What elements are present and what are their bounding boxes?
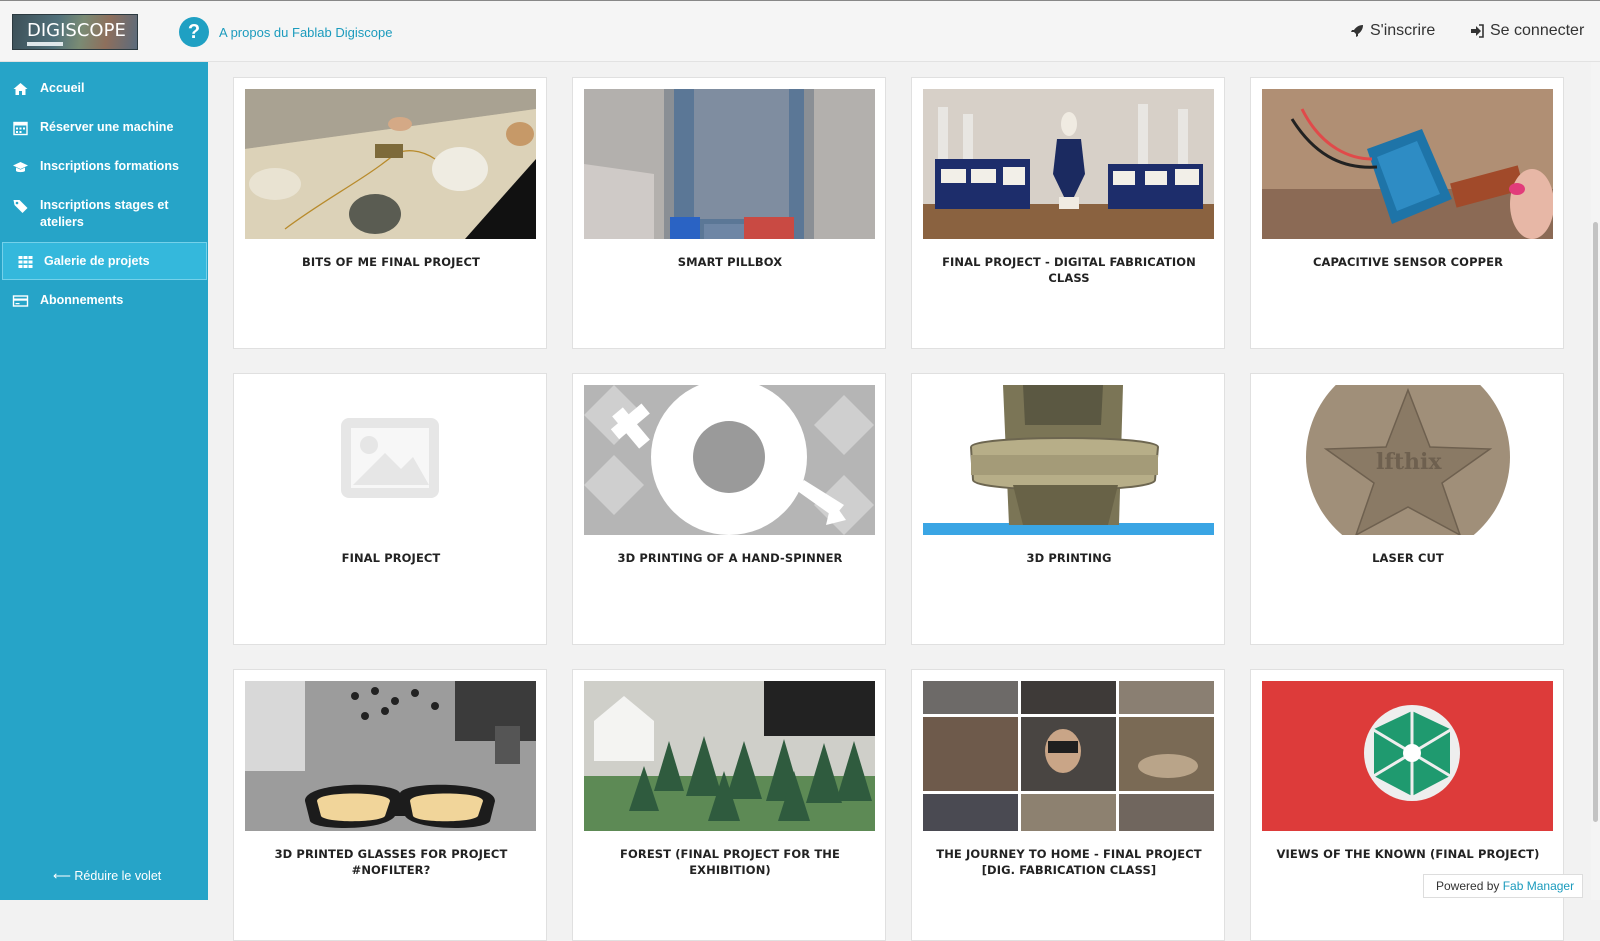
sidebar-item-label: Galerie de projets	[44, 254, 150, 268]
project-thumbnail[interactable]	[584, 89, 875, 239]
project-card[interactable]: SMART PILLBOX	[572, 77, 886, 349]
collapse-label: Réduire le volet	[74, 869, 162, 883]
project-title[interactable]: BITS OF ME FINAL PROJECT	[242, 254, 540, 270]
sidebar-item-abonnements[interactable]: Abonnements	[0, 292, 208, 312]
project-title[interactable]: LASER CUT	[1259, 550, 1557, 566]
sidebar-item-label: Réserver une machine	[40, 120, 174, 134]
project-card[interactable]: BITS OF ME FINAL PROJECT	[233, 77, 547, 349]
arrow-left-icon: ⟵	[53, 869, 71, 883]
logo-text: DIGISCOPE	[27, 20, 126, 41]
project-title[interactable]: FINAL PROJECT - DIGITAL FABRICATION CLAS…	[920, 254, 1218, 286]
project-card[interactable]: VIEWS OF THE KNOWN (FINAL PROJECT)	[1250, 669, 1564, 941]
project-thumbnail[interactable]	[923, 385, 1214, 535]
project-thumbnail[interactable]: lfthix	[1262, 385, 1553, 535]
project-card[interactable]: CAPACITIVE SENSOR COPPER	[1250, 77, 1564, 349]
signup-button[interactable]: S'inscrire	[1350, 22, 1435, 40]
sign-in-icon	[1471, 24, 1484, 38]
project-thumbnail[interactable]	[245, 89, 536, 239]
project-card[interactable]: 3D PRINTING	[911, 373, 1225, 645]
sidebar-item-label: Inscriptions stages et ateliers	[40, 198, 169, 229]
top-bar: DIGISCOPE ? A propos du Fablab Digiscope…	[0, 0, 1600, 62]
project-thumbnail[interactable]	[1262, 681, 1553, 831]
project-thumbnail[interactable]	[923, 681, 1214, 831]
project-title[interactable]: 3D PRINTING	[920, 550, 1218, 566]
credit-card-icon	[12, 295, 29, 307]
about-link[interactable]: A propos du Fablab Digiscope	[219, 25, 392, 40]
project-title[interactable]: CAPACITIVE SENSOR COPPER	[1259, 254, 1557, 270]
sidebar-item-label: Abonnements	[40, 293, 124, 307]
home-icon	[13, 83, 28, 95]
sidebar-item-stages[interactable]: Inscriptions stages et ateliers	[0, 197, 208, 233]
collapse-sidebar-button[interactable]: ⟵ Réduire le volet	[53, 868, 161, 883]
scrollbar-thumb[interactable]	[1593, 222, 1598, 822]
project-title[interactable]: VIEWS OF THE KNOWN (FINAL PROJECT)	[1259, 846, 1557, 862]
svg-text:lfthix: lfthix	[1376, 449, 1442, 475]
project-thumbnail[interactable]	[1262, 89, 1553, 239]
project-card[interactable]: 3D PRINTING OF A HAND-SPINNER	[572, 373, 886, 645]
project-thumbnail[interactable]	[584, 681, 875, 831]
project-card[interactable]: THE JOURNEY TO HOME - FINAL PROJECT [DIG…	[911, 669, 1225, 941]
powered-by-badge: Powered by Fab Manager	[1423, 874, 1583, 898]
grid-icon	[18, 256, 33, 268]
sidebar-item-label: Inscriptions formations	[40, 159, 179, 173]
tags-icon	[13, 200, 28, 213]
digiscope-logo[interactable]: DIGISCOPE	[12, 14, 138, 50]
project-thumbnail[interactable]	[923, 89, 1214, 239]
login-button[interactable]: Se connecter	[1470, 22, 1584, 40]
sidebar-item-label: Accueil	[40, 81, 85, 95]
project-card[interactable]: 3D PRINTED GLASSES FOR PROJECT #NOFILTER…	[233, 669, 547, 941]
login-label: Se connecter	[1490, 22, 1585, 39]
project-title[interactable]: FOREST (FINAL PROJECT FOR THE EXHIBITION…	[581, 846, 879, 878]
sidebar	[0, 62, 208, 900]
graduation-cap-icon	[13, 162, 28, 173]
project-thumbnail[interactable]	[245, 385, 536, 535]
project-title[interactable]: FINAL PROJECT	[242, 550, 540, 566]
sidebar-item-formations[interactable]: Inscriptions formations	[0, 158, 208, 178]
rocket-icon	[1351, 25, 1363, 37]
project-title[interactable]: 3D PRINTED GLASSES FOR PROJECT #NOFILTER…	[242, 846, 540, 878]
project-card[interactable]: FINAL PROJECT	[233, 373, 547, 645]
powered-prefix: Powered by	[1436, 879, 1500, 893]
project-thumbnail[interactable]	[245, 681, 536, 831]
logo-underline	[27, 42, 63, 46]
sidebar-item-galerie[interactable]: Galerie de projets	[2, 242, 207, 280]
project-title[interactable]: 3D PRINTING OF A HAND-SPINNER	[581, 550, 879, 566]
signup-label: S'inscrire	[1370, 22, 1436, 39]
project-title[interactable]: THE JOURNEY TO HOME - FINAL PROJECT [DIG…	[920, 846, 1218, 878]
project-card[interactable]: lfthix LASER CUT	[1250, 373, 1564, 645]
fab-manager-link[interactable]: Fab Manager	[1503, 879, 1574, 893]
sidebar-item-accueil[interactable]: Accueil	[0, 80, 208, 100]
project-card[interactable]: FINAL PROJECT - DIGITAL FABRICATION CLAS…	[911, 77, 1225, 349]
sidebar-item-reserver[interactable]: Réserver une machine	[0, 119, 208, 139]
project-card[interactable]: FOREST (FINAL PROJECT FOR THE EXHIBITION…	[572, 669, 886, 941]
project-thumbnail[interactable]	[584, 385, 875, 535]
project-title[interactable]: SMART PILLBOX	[581, 254, 879, 270]
calendar-icon	[13, 121, 28, 136]
help-icon[interactable]: ?	[179, 17, 209, 47]
